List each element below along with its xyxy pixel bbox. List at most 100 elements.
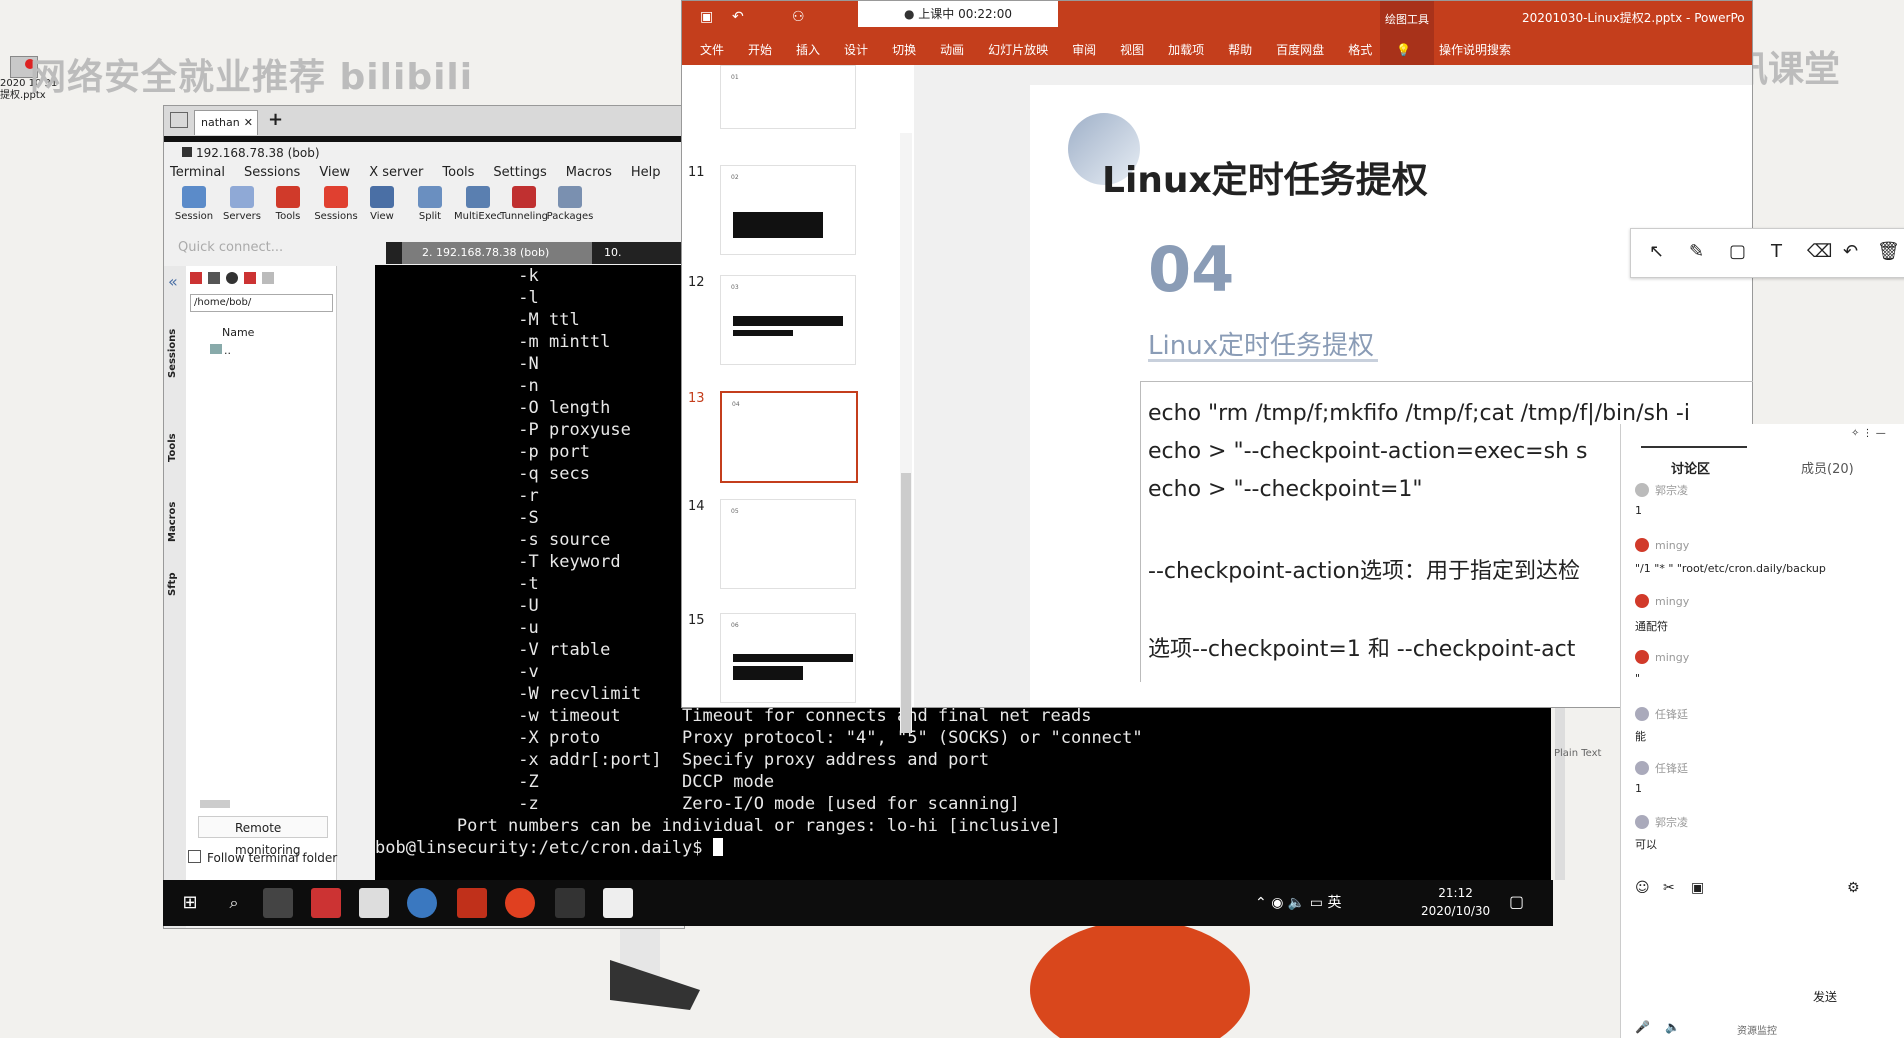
ppt-menu-addins[interactable]: 加载项 [1168,43,1204,57]
ppt-menu-slideshow[interactable]: 幻灯片放映 [988,43,1048,57]
resource-monitor-label[interactable]: 资源监控 [1737,1022,1777,1037]
ppt-menu-design[interactable]: 设计 [844,43,868,57]
slide-thumb-14[interactable]: 05 [720,499,856,589]
speaker-icon[interactable]: 🔈 [1665,1020,1680,1034]
ime-label[interactable]: 英 [1327,895,1341,911]
ppt-menu-transitions[interactable]: 切换 [892,43,916,57]
eraser-icon[interactable]: ⌫ [1807,241,1832,262]
notification-icon[interactable]: ▢ [1509,892,1524,911]
slide-thumb-10[interactable]: 01 [720,65,856,129]
sessions-button[interactable]: Sessions [310,186,362,222]
app-menu-icon[interactable] [170,112,188,128]
undo-icon[interactable]: ↶ [1843,241,1858,262]
view-button[interactable]: View [356,186,408,222]
clock[interactable]: 21:12 2020/10/30 [1421,884,1490,920]
menu-xserver[interactable]: X server [369,165,423,180]
ppt-menu-animations[interactable]: 动画 [940,43,964,57]
ppt-menu-insert[interactable]: 插入 [796,43,820,57]
terminal-scrollbar[interactable] [1555,700,1565,880]
tab-discussion[interactable]: 讨论区 [1671,458,1710,477]
mic-icon[interactable]: 🎤 [1635,1020,1650,1034]
windows-start-icon[interactable]: ⊞ [175,888,205,918]
trash-icon[interactable]: 🗑 [1877,241,1900,262]
file-explorer-icon[interactable] [359,888,389,918]
refresh-icon[interactable] [226,272,238,284]
chevron-up-icon[interactable]: ⌃ [1255,895,1267,911]
split-button[interactable]: Split [404,186,456,222]
pen-icon[interactable]: ✎ [1689,241,1704,262]
menu-help[interactable]: Help [631,165,661,180]
rectangle-icon[interactable]: ▢ [1729,241,1746,262]
powerpoint-taskbar-icon[interactable] [457,888,487,918]
sidebar-tab-tools[interactable]: Tools [167,433,178,462]
ppt-menu-baidu[interactable]: 百度网盘 [1276,43,1324,57]
collapse-icon[interactable]: « [168,272,178,291]
ppt-menu-format[interactable]: 格式 [1348,43,1372,57]
slide-thumb-13-selected[interactable]: 04 [720,391,858,483]
ppt-menu-help[interactable]: 帮助 [1228,43,1252,57]
thumb-scroll-handle[interactable] [901,473,911,733]
ppt-menu-review[interactable]: 审阅 [1072,43,1096,57]
slide-thumb-11[interactable]: 02 [720,165,856,255]
ppt-search[interactable]: 💡 操作说明搜索 [1396,43,1535,57]
packages-button[interactable]: Packages [544,186,596,222]
multiexec-button[interactable]: MultiExec [452,186,504,222]
new-tab-button[interactable]: + [268,109,283,130]
delete-icon[interactable] [262,272,274,284]
taskbar-app-icon[interactable] [263,888,293,918]
vmware-icon[interactable] [603,888,633,918]
sidebar-tab-macros[interactable]: Macros [167,502,178,542]
ppt-menu-file[interactable]: 文件 [700,43,724,57]
sidebar-tab-sessions[interactable]: Sessions [167,329,178,378]
tools-button[interactable]: Tools [262,186,314,222]
menu-tools[interactable]: Tools [442,165,474,180]
image-icon[interactable]: ▣ [1691,880,1704,896]
sftp-path-input[interactable]: /home/bob/ [190,294,333,312]
search-icon[interactable]: ⌕ [219,888,249,918]
chrome-icon[interactable] [505,888,535,918]
remote-monitoring-button[interactable]: Remote monitoring [198,816,328,857]
menu-terminal[interactable]: Terminal [170,165,225,180]
session-button[interactable]: Session [168,186,220,222]
close-icon[interactable]: ✕ [244,111,253,135]
menu-macros[interactable]: Macros [566,165,612,180]
battery-icon[interactable]: ▭ [1310,895,1323,911]
thumb-scrollbar[interactable] [900,133,912,733]
follow-terminal-folder-checkbox[interactable]: Follow terminal folder [188,850,337,865]
class-timer[interactable]: ● 上课中 00:22:00 [858,1,1058,27]
save-icon[interactable]: ▣ [700,9,713,25]
slideshow-icon[interactable]: ⚇ [792,9,805,25]
sftp-parent-dir[interactable]: .. [210,344,231,357]
session-tab-active[interactable]: 2. 192.168.78.38 (bob) [402,242,592,264]
emoji-icon[interactable]: ☺ [1635,880,1650,896]
terminal-prompt-line[interactable]: bob@linsecurity:/etc/cron.daily$ [375,837,723,859]
download-icon[interactable] [208,272,220,284]
menu-settings[interactable]: Settings [493,165,546,180]
ppt-menu-view[interactable]: 视图 [1120,43,1144,57]
checkbox[interactable] [188,850,201,863]
tab-members[interactable]: 成员(20) [1801,458,1854,477]
scissors-icon[interactable]: ✂ [1663,880,1675,896]
settings-icon[interactable]: ⚙ [1847,880,1860,896]
servers-button[interactable]: Servers [216,186,268,222]
sftp-column-name[interactable]: Name [222,326,254,339]
new-folder-icon[interactable] [244,272,256,284]
tunneling-button[interactable]: Tunneling [498,186,550,222]
volume-icon[interactable]: 🔈 [1288,895,1305,911]
window-controls[interactable]: ✧ ⋮ — [1851,428,1886,439]
edge-browser-icon[interactable] [407,888,437,918]
ppt-menu-home[interactable]: 开始 [748,43,772,57]
sidebar-tab-sftp[interactable]: Sftp [167,573,178,597]
slide-thumb-12[interactable]: 03 [720,275,856,365]
upload-icon[interactable] [190,272,202,284]
session-tab-2[interactable]: 10. [604,242,622,264]
quick-connect-input[interactable]: Quick connect... [178,240,398,255]
send-button[interactable]: 发送 [1813,988,1837,1005]
pointer-icon[interactable]: ↖ [1649,241,1664,262]
slide-title[interactable]: Linux定时任务提权 [1102,151,1428,203]
menu-view[interactable]: View [319,165,350,180]
taskbar-app-icon[interactable] [311,888,341,918]
tab-nathan[interactable]: nathan ✕ [194,110,258,135]
text-icon[interactable]: T [1771,241,1782,262]
network-icon[interactable]: ◉ [1271,895,1283,911]
